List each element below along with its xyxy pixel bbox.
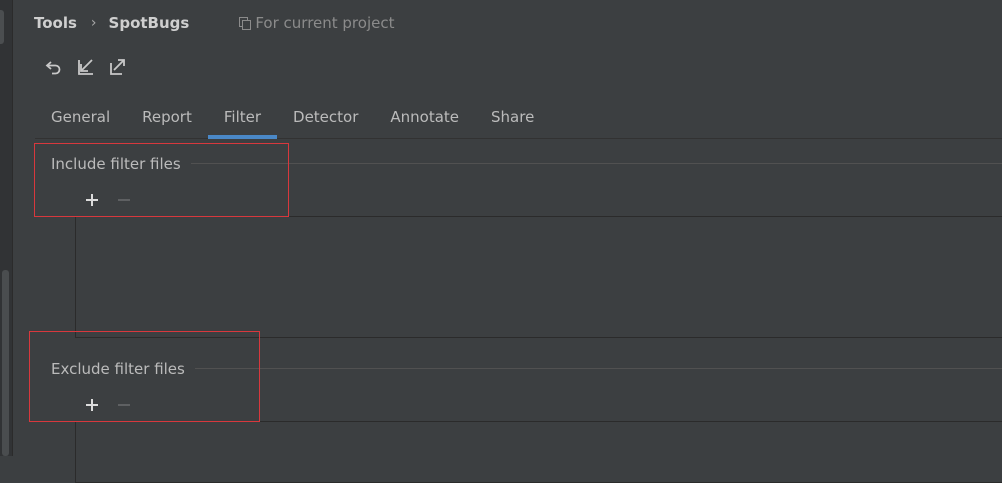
exclude-filter-list[interactable] [75,421,1002,483]
import-icon [78,59,93,75]
tab-share[interactable]: Share [475,100,550,138]
breadcrumb-separator: › [90,15,97,31]
settings-tabs: General Report Filter Detector Annotate … [35,100,1002,139]
plus-icon [86,399,98,411]
breadcrumb: Tools › SpotBugs For current project [34,12,394,34]
include-filter-title: Include filter files [51,155,191,173]
include-add-button[interactable] [84,192,100,208]
import-button[interactable] [76,56,96,78]
scrollbar-thumb[interactable] [2,270,9,456]
copy-icon [239,17,252,30]
breadcrumb-tools[interactable]: Tools [34,14,77,32]
export-button[interactable] [108,56,128,78]
scope-text: For current project [255,14,395,32]
minus-icon [118,199,130,201]
exclude-add-button[interactable] [84,397,100,413]
include-remove-button[interactable] [116,192,132,208]
exclude-filter-title: Exclude filter files [51,360,195,378]
include-separator [180,163,1002,164]
side-tab[interactable] [0,10,4,44]
plus-icon [86,194,98,206]
left-tool-strip [0,0,13,456]
include-filter-list[interactable] [75,216,1002,338]
tab-report[interactable]: Report [126,100,208,138]
tab-detector[interactable]: Detector [277,100,374,138]
settings-toolbar [44,56,128,78]
tab-annotate[interactable]: Annotate [374,100,475,138]
project-scope-label: For current project [239,14,394,32]
export-icon [110,59,125,75]
minus-icon [118,404,130,406]
breadcrumb-spotbugs: SpotBugs [108,14,190,32]
exclude-separator [180,368,1002,369]
exclude-remove-button[interactable] [116,397,132,413]
undo-icon [45,61,61,75]
tab-filter[interactable]: Filter [207,100,278,139]
reset-button[interactable] [44,56,64,78]
tab-general[interactable]: General [35,100,126,138]
